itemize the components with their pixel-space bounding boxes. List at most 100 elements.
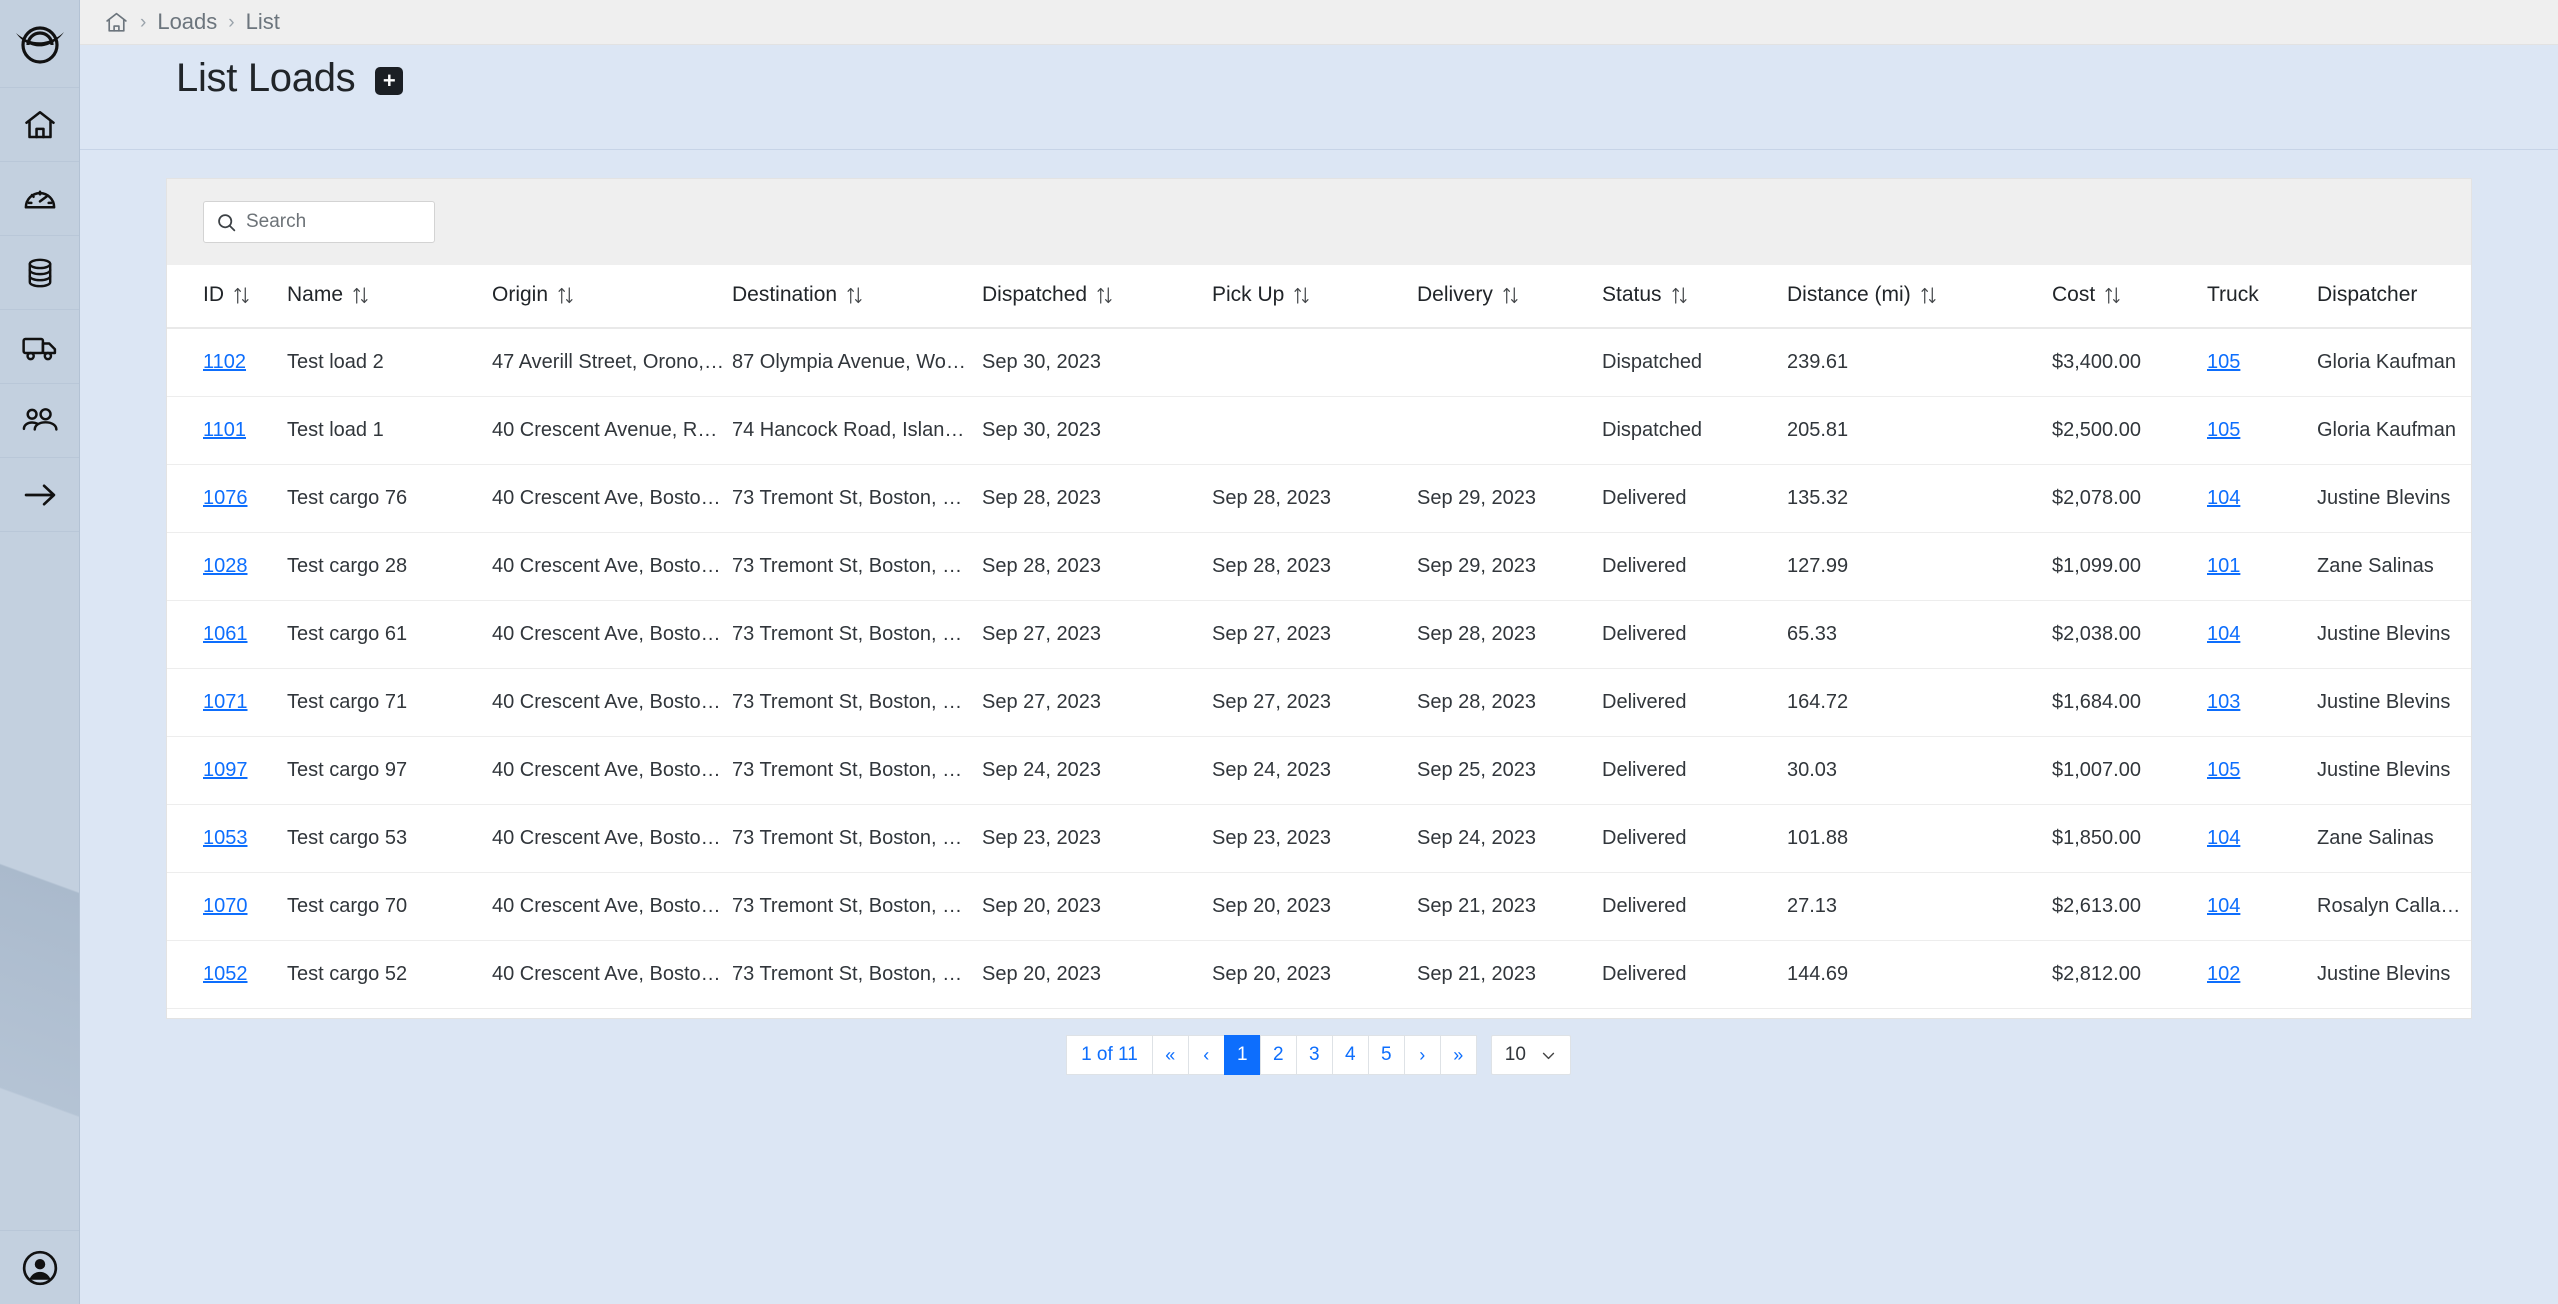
cell-id[interactable]: 1102 <box>167 328 287 397</box>
app-logo-icon <box>15 19 65 69</box>
cell-truck[interactable]: 104 <box>2207 601 2317 669</box>
table-row: 1061Test cargo 6140 Crescent Ave, Boston… <box>167 601 2471 669</box>
truck-link[interactable]: 101 <box>2207 555 2240 577</box>
sidebar-item-account[interactable] <box>0 1230 79 1304</box>
pagination-page-4[interactable]: 4 <box>1332 1035 1369 1075</box>
table-header-dispatched[interactable]: Dispatched <box>982 265 1212 328</box>
add-load-button[interactable]: + <box>375 67 403 95</box>
cell-id[interactable]: 1052 <box>167 941 287 1009</box>
table-header-cost[interactable]: Cost <box>2052 265 2207 328</box>
id-link[interactable]: 1052 <box>203 963 248 985</box>
table-header-name[interactable]: Name <box>287 265 492 328</box>
sidebar-filler <box>0 532 79 1230</box>
cell-truck[interactable]: 105 <box>2207 328 2317 397</box>
search-icon <box>216 212 237 233</box>
cell-dispatched: Sep 30, 2023 <box>982 397 1212 465</box>
cell-id[interactable]: 1101 <box>167 397 287 465</box>
truck-link[interactable]: 105 <box>2207 351 2240 373</box>
cell-id[interactable]: 1061 <box>167 601 287 669</box>
sidebar-item-data[interactable] <box>0 236 79 310</box>
cell-truck[interactable]: 105 <box>2207 737 2317 805</box>
id-link[interactable]: 1097 <box>203 759 248 781</box>
app-logo[interactable] <box>0 0 79 88</box>
search-input[interactable] <box>246 211 416 233</box>
cell-destination: 73 Tremont St, Boston, Unite... <box>732 465 982 533</box>
cell-truck[interactable]: 104 <box>2207 805 2317 873</box>
breadcrumb-item-list[interactable]: List <box>246 9 280 35</box>
id-link[interactable]: 1070 <box>203 895 248 917</box>
id-link[interactable]: 1102 <box>203 351 246 373</box>
pagination-next-button[interactable]: › <box>1404 1035 1441 1075</box>
sidebar-item-trucks[interactable] <box>0 310 79 384</box>
sidebar-item-users[interactable] <box>0 384 79 458</box>
home-icon[interactable] <box>104 10 129 35</box>
cell-name: Test load 2 <box>287 328 492 397</box>
table-row: 1097Test cargo 9740 Crescent Ave, Boston… <box>167 737 2471 805</box>
cell-truck[interactable]: 101 <box>2207 533 2317 601</box>
title-bar: List Loads + <box>80 45 2558 112</box>
truck-link[interactable]: 102 <box>2207 963 2240 985</box>
cell-id[interactable]: 1053 <box>167 805 287 873</box>
cell-id[interactable]: 1097 <box>167 737 287 805</box>
cell-destination: 87 Olympia Avenue, Wobur... <box>732 328 982 397</box>
id-link[interactable]: 1061 <box>203 623 248 645</box>
cell-origin: 40 Crescent Ave, Boston, Uni... <box>492 873 732 941</box>
table-header-status[interactable]: Status <box>1602 265 1787 328</box>
id-link[interactable]: 1028 <box>203 555 248 577</box>
table-header-id[interactable]: ID <box>167 265 287 328</box>
truck-link[interactable]: 104 <box>2207 623 2240 645</box>
cell-id[interactable]: 1071 <box>167 669 287 737</box>
truck-link[interactable]: 104 <box>2207 827 2240 849</box>
search-box[interactable] <box>203 201 435 243</box>
cell-dispatched: Sep 30, 2023 <box>982 328 1212 397</box>
cell-id[interactable]: 1028 <box>167 533 287 601</box>
table-row: 1053Test cargo 5340 Crescent Ave, Boston… <box>167 805 2471 873</box>
table-header-destination[interactable]: Destination <box>732 265 982 328</box>
gauge-icon <box>22 181 58 217</box>
cell-dispatched: Sep 28, 2023 <box>982 533 1212 601</box>
cell-delivery: Sep 28, 2023 <box>1417 669 1602 737</box>
table-row: 1101Test load 140 Crescent Avenue, Rever… <box>167 397 2471 465</box>
cell-truck[interactable]: 103 <box>2207 669 2317 737</box>
truck-link[interactable]: 105 <box>2207 419 2240 441</box>
pagination-page-5[interactable]: 5 <box>1368 1035 1405 1075</box>
table-header-dispatcher: Dispatcher <box>2317 265 2471 328</box>
cell-distance: 205.81 <box>1787 397 2052 465</box>
table-row: 1052Test cargo 5240 Crescent Ave, Boston… <box>167 941 2471 1009</box>
id-link[interactable]: 1071 <box>203 691 248 713</box>
truck-link[interactable]: 103 <box>2207 691 2240 713</box>
cell-id[interactable]: 1070 <box>167 873 287 941</box>
id-link[interactable]: 1053 <box>203 827 248 849</box>
truck-link[interactable]: 105 <box>2207 759 2240 781</box>
id-link[interactable]: 1101 <box>203 419 246 441</box>
cell-truck[interactable]: 104 <box>2207 465 2317 533</box>
cell-id[interactable]: 1076 <box>167 465 287 533</box>
sidebar-item-home[interactable] <box>0 88 79 162</box>
pagination-prev-button[interactable]: ‹ <box>1188 1035 1225 1075</box>
cell-origin: 47 Averill Street, Orono, Mai... <box>492 328 732 397</box>
pagination-last-button[interactable]: » <box>1440 1035 1477 1075</box>
truck-link[interactable]: 104 <box>2207 487 2240 509</box>
id-link[interactable]: 1076 <box>203 487 248 509</box>
cell-truck[interactable]: 105 <box>2207 397 2317 465</box>
pagination-page-1[interactable]: 1 <box>1224 1035 1261 1075</box>
table-header-distance[interactable]: Distance (mi) <box>1787 265 2052 328</box>
sidebar-item-dashboard[interactable] <box>0 162 79 236</box>
sort-updown-icon <box>1502 286 1519 305</box>
cell-pickup <box>1212 397 1417 465</box>
table-header-pickup[interactable]: Pick Up <box>1212 265 1417 328</box>
cell-truck[interactable]: 102 <box>2207 941 2317 1009</box>
table-header-origin[interactable]: Origin <box>492 265 732 328</box>
truck-link[interactable]: 104 <box>2207 895 2240 917</box>
sidebar-item-logout[interactable] <box>0 458 79 532</box>
page-size-select[interactable]: 10 <box>1491 1035 1571 1075</box>
cell-truck[interactable]: 104 <box>2207 873 2317 941</box>
pagination: 1 of 11 « ‹ 1 2 3 4 5 › » 10 <box>167 1009 2471 1075</box>
pagination-first-button[interactable]: « <box>1152 1035 1189 1075</box>
breadcrumb-item-loads[interactable]: Loads <box>157 9 217 35</box>
pagination-page-2[interactable]: 2 <box>1260 1035 1297 1075</box>
cell-status: Dispatched <box>1602 397 1787 465</box>
page-size-value: 10 <box>1505 1044 1526 1066</box>
pagination-page-3[interactable]: 3 <box>1296 1035 1333 1075</box>
table-header-delivery[interactable]: Delivery <box>1417 265 1602 328</box>
